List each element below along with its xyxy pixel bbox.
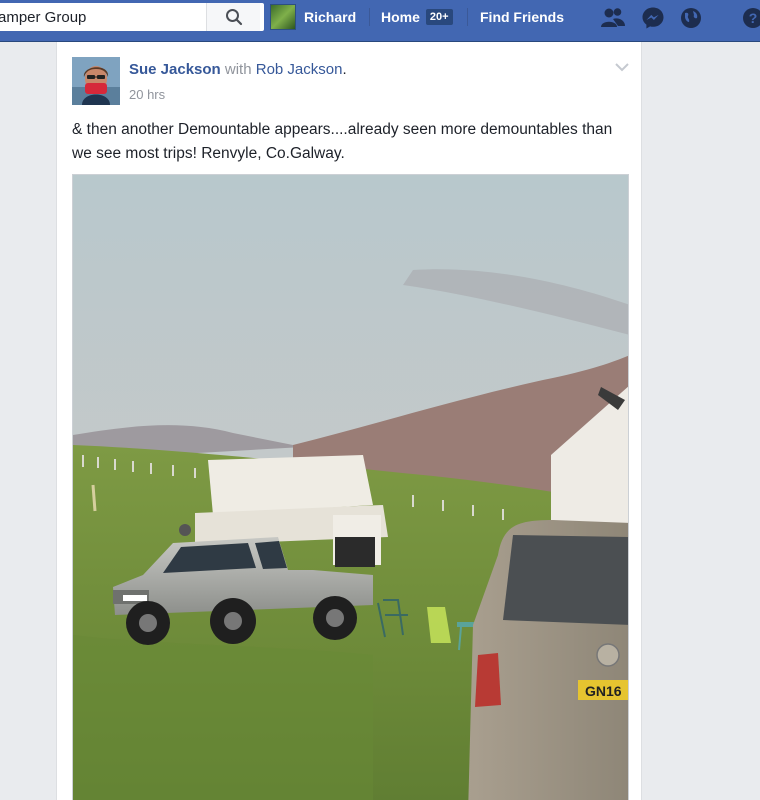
with-text: with	[224, 61, 252, 78]
feed-post: Sue Jackson with Rob Jackson. 20 hrs & t…	[56, 42, 642, 800]
top-navigation-bar: Richard Home 20+ Find Friends ?	[0, 0, 760, 42]
search-icon	[225, 9, 242, 26]
campervan-photo: GN16	[73, 175, 628, 800]
home-label: Home	[381, 9, 420, 25]
header-period: .	[342, 61, 347, 78]
svg-text:?: ?	[749, 10, 758, 26]
author-avatar[interactable]	[72, 57, 120, 105]
profile-avatar	[270, 4, 296, 30]
home-nav-link[interactable]: Home 20+	[381, 9, 453, 25]
chevron-down-icon	[615, 63, 629, 72]
profile-nav-link[interactable]: Richard	[270, 4, 356, 30]
home-notification-badge: 20+	[425, 9, 453, 25]
search-input[interactable]	[0, 4, 204, 30]
profile-name: Richard	[304, 9, 357, 25]
search-box	[0, 3, 264, 31]
post-body-text: & then another Demountable appears....al…	[72, 121, 613, 162]
author-name-link[interactable]: Sue Jackson	[129, 61, 221, 78]
licence-plate-text: GN16	[585, 683, 622, 699]
notifications-button[interactable]	[678, 6, 704, 30]
friend-requests-button[interactable]	[600, 6, 626, 30]
search-button[interactable]	[206, 3, 260, 31]
globe-notifications-icon	[681, 8, 701, 28]
post-header: Sue Jackson with Rob Jackson.	[129, 61, 347, 78]
friend-requests-icon	[601, 8, 625, 27]
help-icon: ?	[743, 8, 760, 28]
author-avatar-image	[72, 57, 120, 105]
find-friends-link[interactable]: Find Friends	[480, 9, 564, 25]
post-options-button[interactable]	[613, 58, 631, 76]
nav-divider	[467, 8, 468, 26]
nav-divider	[369, 8, 370, 26]
tagged-person-link[interactable]: Rob Jackson	[256, 61, 343, 78]
messenger-button[interactable]	[640, 6, 666, 30]
post-timestamp[interactable]: 20 hrs	[129, 87, 165, 102]
help-button[interactable]: ?	[740, 6, 760, 30]
messenger-icon	[642, 7, 664, 29]
post-photo[interactable]: GN16	[72, 174, 629, 800]
